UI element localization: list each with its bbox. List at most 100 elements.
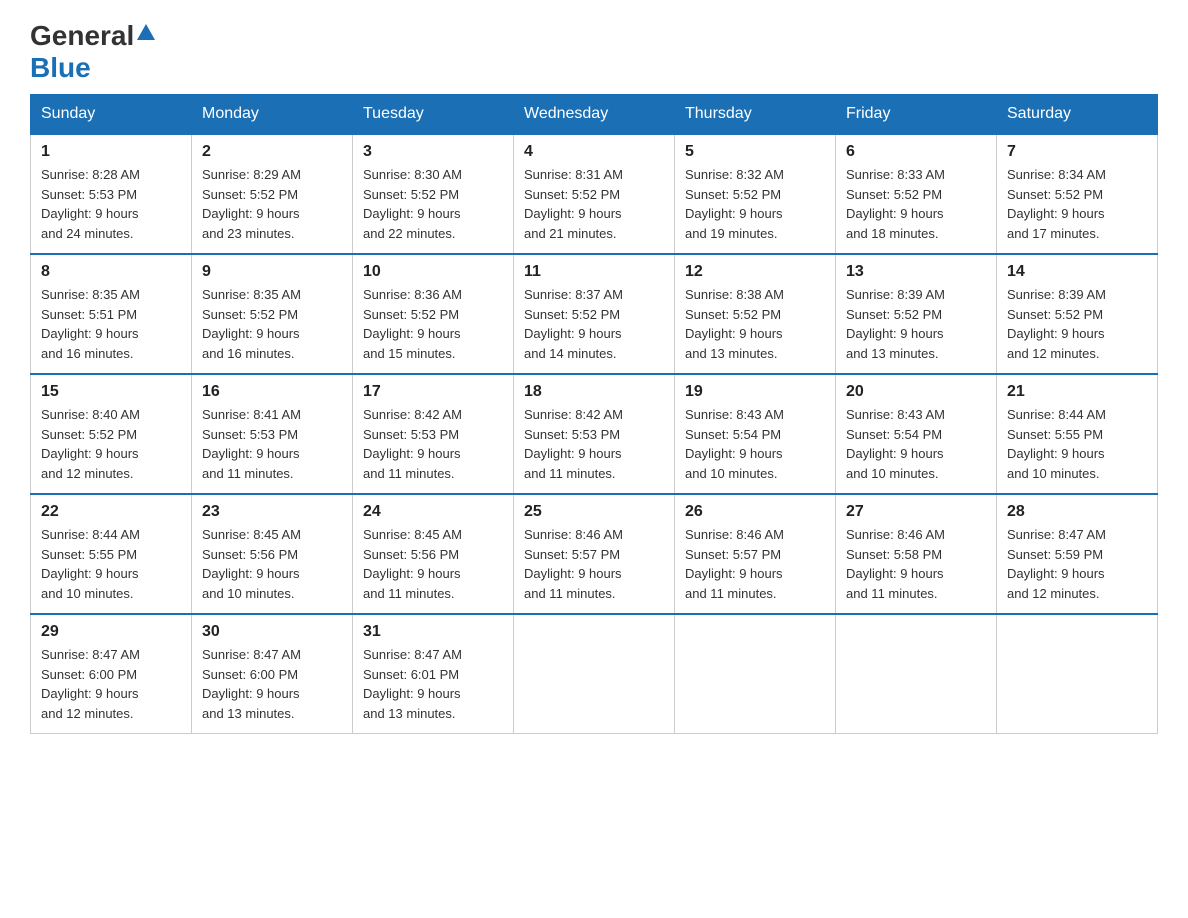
day-number: 9: [202, 263, 342, 281]
day-info: Sunrise: 8:45 AMSunset: 5:56 PMDaylight:…: [202, 525, 342, 603]
calendar-week-row: 22 Sunrise: 8:44 AMSunset: 5:55 PMDaylig…: [31, 494, 1158, 614]
day-number: 16: [202, 383, 342, 401]
day-number: 17: [363, 383, 503, 401]
calendar-day-cell: 14 Sunrise: 8:39 AMSunset: 5:52 PMDaylig…: [997, 254, 1158, 374]
calendar-day-cell: 20 Sunrise: 8:43 AMSunset: 5:54 PMDaylig…: [836, 374, 997, 494]
calendar-day-cell: 23 Sunrise: 8:45 AMSunset: 5:56 PMDaylig…: [192, 494, 353, 614]
calendar-weekday-header: Sunday: [31, 95, 192, 135]
day-info: Sunrise: 8:35 AMSunset: 5:51 PMDaylight:…: [41, 285, 181, 363]
calendar-day-cell: 11 Sunrise: 8:37 AMSunset: 5:52 PMDaylig…: [514, 254, 675, 374]
logo-line2: Blue: [30, 52, 91, 84]
calendar-day-cell: 22 Sunrise: 8:44 AMSunset: 5:55 PMDaylig…: [31, 494, 192, 614]
calendar-weekday-header: Friday: [836, 95, 997, 135]
calendar-day-cell: 10 Sunrise: 8:36 AMSunset: 5:52 PMDaylig…: [353, 254, 514, 374]
day-number: 26: [685, 503, 825, 521]
day-info: Sunrise: 8:29 AMSunset: 5:52 PMDaylight:…: [202, 165, 342, 243]
logo: General Blue: [30, 20, 155, 84]
day-number: 11: [524, 263, 664, 281]
calendar-day-cell: 28 Sunrise: 8:47 AMSunset: 5:59 PMDaylig…: [997, 494, 1158, 614]
day-info: Sunrise: 8:39 AMSunset: 5:52 PMDaylight:…: [1007, 285, 1147, 363]
day-number: 1: [41, 143, 181, 161]
day-info: Sunrise: 8:47 AMSunset: 6:01 PMDaylight:…: [363, 645, 503, 723]
day-number: 23: [202, 503, 342, 521]
day-number: 29: [41, 623, 181, 641]
day-number: 15: [41, 383, 181, 401]
day-number: 4: [524, 143, 664, 161]
day-info: Sunrise: 8:40 AMSunset: 5:52 PMDaylight:…: [41, 405, 181, 483]
day-info: Sunrise: 8:43 AMSunset: 5:54 PMDaylight:…: [685, 405, 825, 483]
calendar-day-cell: [997, 614, 1158, 734]
calendar-day-cell: 3 Sunrise: 8:30 AMSunset: 5:52 PMDayligh…: [353, 134, 514, 254]
calendar-day-cell: [514, 614, 675, 734]
calendar-weekday-header: Saturday: [997, 95, 1158, 135]
calendar-day-cell: 17 Sunrise: 8:42 AMSunset: 5:53 PMDaylig…: [353, 374, 514, 494]
day-number: 18: [524, 383, 664, 401]
day-number: 7: [1007, 143, 1147, 161]
day-number: 19: [685, 383, 825, 401]
day-info: Sunrise: 8:46 AMSunset: 5:57 PMDaylight:…: [524, 525, 664, 603]
calendar-day-cell: 2 Sunrise: 8:29 AMSunset: 5:52 PMDayligh…: [192, 134, 353, 254]
calendar-weekday-header: Tuesday: [353, 95, 514, 135]
day-info: Sunrise: 8:44 AMSunset: 5:55 PMDaylight:…: [41, 525, 181, 603]
calendar-day-cell: [836, 614, 997, 734]
day-number: 24: [363, 503, 503, 521]
day-info: Sunrise: 8:46 AMSunset: 5:57 PMDaylight:…: [685, 525, 825, 603]
day-number: 20: [846, 383, 986, 401]
day-info: Sunrise: 8:28 AMSunset: 5:53 PMDaylight:…: [41, 165, 181, 243]
day-info: Sunrise: 8:37 AMSunset: 5:52 PMDaylight:…: [524, 285, 664, 363]
day-number: 28: [1007, 503, 1147, 521]
day-number: 10: [363, 263, 503, 281]
calendar-day-cell: 8 Sunrise: 8:35 AMSunset: 5:51 PMDayligh…: [31, 254, 192, 374]
day-info: Sunrise: 8:42 AMSunset: 5:53 PMDaylight:…: [363, 405, 503, 483]
calendar-week-row: 29 Sunrise: 8:47 AMSunset: 6:00 PMDaylig…: [31, 614, 1158, 734]
calendar-day-cell: 16 Sunrise: 8:41 AMSunset: 5:53 PMDaylig…: [192, 374, 353, 494]
day-info: Sunrise: 8:35 AMSunset: 5:52 PMDaylight:…: [202, 285, 342, 363]
day-info: Sunrise: 8:32 AMSunset: 5:52 PMDaylight:…: [685, 165, 825, 243]
day-number: 31: [363, 623, 503, 641]
calendar-day-cell: 12 Sunrise: 8:38 AMSunset: 5:52 PMDaylig…: [675, 254, 836, 374]
day-number: 25: [524, 503, 664, 521]
day-number: 5: [685, 143, 825, 161]
calendar-day-cell: 27 Sunrise: 8:46 AMSunset: 5:58 PMDaylig…: [836, 494, 997, 614]
day-info: Sunrise: 8:41 AMSunset: 5:53 PMDaylight:…: [202, 405, 342, 483]
calendar-weekday-header: Monday: [192, 95, 353, 135]
logo-line1: General: [30, 20, 155, 52]
calendar-day-cell: 30 Sunrise: 8:47 AMSunset: 6:00 PMDaylig…: [192, 614, 353, 734]
day-number: 30: [202, 623, 342, 641]
day-info: Sunrise: 8:43 AMSunset: 5:54 PMDaylight:…: [846, 405, 986, 483]
day-info: Sunrise: 8:47 AMSunset: 5:59 PMDaylight:…: [1007, 525, 1147, 603]
calendar-day-cell: 25 Sunrise: 8:46 AMSunset: 5:57 PMDaylig…: [514, 494, 675, 614]
day-number: 12: [685, 263, 825, 281]
calendar-day-cell: 19 Sunrise: 8:43 AMSunset: 5:54 PMDaylig…: [675, 374, 836, 494]
logo-triangle-icon: [137, 24, 155, 40]
day-info: Sunrise: 8:46 AMSunset: 5:58 PMDaylight:…: [846, 525, 986, 603]
calendar-day-cell: 1 Sunrise: 8:28 AMSunset: 5:53 PMDayligh…: [31, 134, 192, 254]
calendar-header-row: SundayMondayTuesdayWednesdayThursdayFrid…: [31, 95, 1158, 135]
calendar-day-cell: 4 Sunrise: 8:31 AMSunset: 5:52 PMDayligh…: [514, 134, 675, 254]
day-number: 21: [1007, 383, 1147, 401]
day-number: 6: [846, 143, 986, 161]
day-info: Sunrise: 8:38 AMSunset: 5:52 PMDaylight:…: [685, 285, 825, 363]
day-info: Sunrise: 8:30 AMSunset: 5:52 PMDaylight:…: [363, 165, 503, 243]
day-number: 27: [846, 503, 986, 521]
day-info: Sunrise: 8:45 AMSunset: 5:56 PMDaylight:…: [363, 525, 503, 603]
day-info: Sunrise: 8:34 AMSunset: 5:52 PMDaylight:…: [1007, 165, 1147, 243]
day-number: 22: [41, 503, 181, 521]
calendar-weekday-header: Wednesday: [514, 95, 675, 135]
day-info: Sunrise: 8:47 AMSunset: 6:00 PMDaylight:…: [41, 645, 181, 723]
calendar-day-cell: 15 Sunrise: 8:40 AMSunset: 5:52 PMDaylig…: [31, 374, 192, 494]
page-header: General Blue: [30, 20, 1158, 84]
day-number: 14: [1007, 263, 1147, 281]
day-info: Sunrise: 8:47 AMSunset: 6:00 PMDaylight:…: [202, 645, 342, 723]
day-info: Sunrise: 8:31 AMSunset: 5:52 PMDaylight:…: [524, 165, 664, 243]
day-info: Sunrise: 8:39 AMSunset: 5:52 PMDaylight:…: [846, 285, 986, 363]
calendar-weekday-header: Thursday: [675, 95, 836, 135]
day-info: Sunrise: 8:36 AMSunset: 5:52 PMDaylight:…: [363, 285, 503, 363]
calendar-day-cell: 6 Sunrise: 8:33 AMSunset: 5:52 PMDayligh…: [836, 134, 997, 254]
calendar-day-cell: 9 Sunrise: 8:35 AMSunset: 5:52 PMDayligh…: [192, 254, 353, 374]
day-info: Sunrise: 8:44 AMSunset: 5:55 PMDaylight:…: [1007, 405, 1147, 483]
day-info: Sunrise: 8:33 AMSunset: 5:52 PMDaylight:…: [846, 165, 986, 243]
calendar-day-cell: 21 Sunrise: 8:44 AMSunset: 5:55 PMDaylig…: [997, 374, 1158, 494]
day-number: 2: [202, 143, 342, 161]
calendar-week-row: 1 Sunrise: 8:28 AMSunset: 5:53 PMDayligh…: [31, 134, 1158, 254]
